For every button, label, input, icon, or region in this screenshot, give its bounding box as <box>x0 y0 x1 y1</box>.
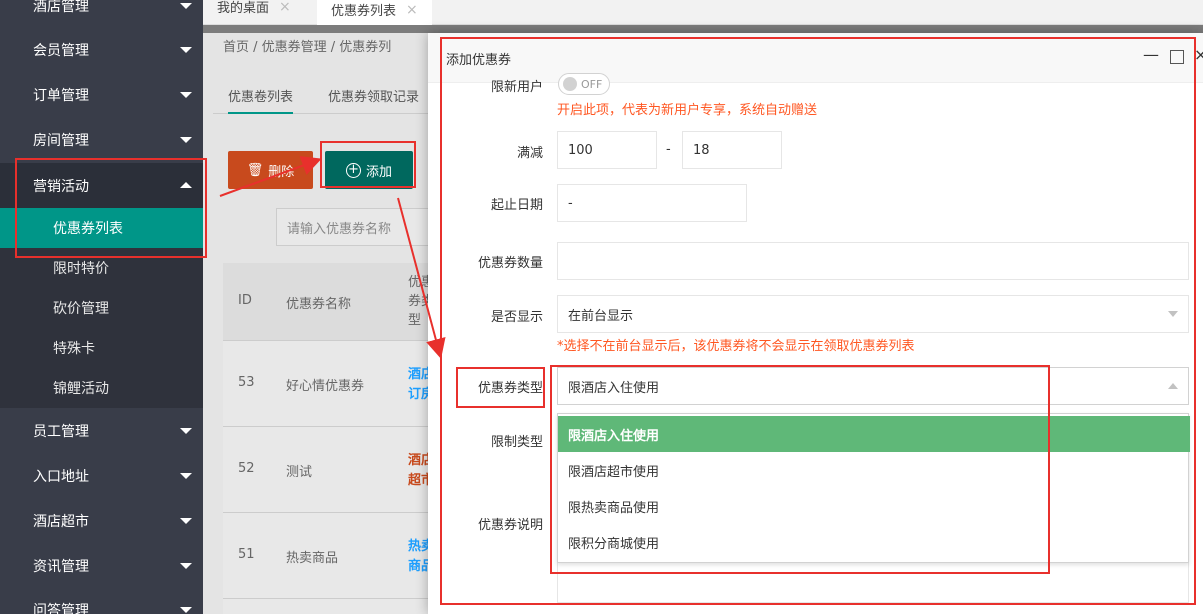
header-name: 优惠券名称 <box>286 297 352 312</box>
sidebar-item-orders[interactable]: 订单管理 <box>0 72 203 117</box>
tab-coupon-list[interactable]: 优惠券列表 × <box>317 0 432 25</box>
sidebar-item-hotel[interactable]: 酒店管理 <box>0 0 203 28</box>
sidebar-subitem-special-card[interactable]: 特殊卡 <box>0 328 203 368</box>
cell-id: 52 <box>238 461 255 476</box>
sidebar-subitem-bargain[interactable]: 砍价管理 <box>0 288 203 328</box>
sidebar-item-market[interactable]: 酒店超市 <box>0 498 203 543</box>
chevron-down-icon <box>180 91 192 98</box>
subtabs: 优惠卷列表 优惠券领取记录 <box>213 78 433 114</box>
sidebar-item-label: 问答管理 <box>33 602 89 614</box>
sidebar-item-label: 入口地址 <box>33 468 89 485</box>
sidebar-item-label: 订单管理 <box>33 87 89 104</box>
table-header: ID 优惠券名称 优惠 券类型 <box>223 263 443 341</box>
subtab-coupon-list[interactable]: 优惠卷列表 <box>228 86 294 114</box>
sidebar-subitem-label: 砍价管理 <box>53 301 109 317</box>
sidebar-subitem-label: 特殊卡 <box>53 341 95 357</box>
close-icon[interactable]: × <box>279 0 291 15</box>
search-input[interactable]: 请输入优惠券名称 <box>276 208 436 246</box>
sidebar-item-label: 资讯管理 <box>33 558 89 575</box>
sidebar-item-news[interactable]: 资讯管理 <box>0 543 203 588</box>
chevron-down-icon <box>180 606 192 613</box>
annotation-box-add <box>320 141 416 188</box>
coupon-table: ID 优惠券名称 优惠 券类型 53 好心情优惠券 酒店 订房 52 测试 酒店 超市… <box>223 263 443 614</box>
sidebar-subitem-koi[interactable]: 锦鲤活动 <box>0 368 203 408</box>
tab-label: 优惠券列表 <box>331 4 397 19</box>
search-placeholder: 请输入优惠券名称 <box>287 221 392 237</box>
chevron-down-icon <box>180 562 192 569</box>
cell-name: 测试 <box>286 465 313 480</box>
annotation-box-marketing <box>15 158 207 258</box>
chevron-down-icon <box>180 427 192 434</box>
header-id: ID <box>238 293 252 308</box>
tab-bar: 我的桌面 × 优惠券列表 × <box>203 0 1203 25</box>
chevron-down-icon <box>180 136 192 143</box>
sidebar-item-qa[interactable]: 问答管理 <box>0 587 203 614</box>
table-row[interactable]: 52 测试 酒店 超市 <box>223 427 443 513</box>
sidebar-subitem-label: 限时特价 <box>53 261 109 277</box>
tab-desktop[interactable]: 我的桌面 × <box>203 0 305 19</box>
delete-label: 删除 <box>268 164 295 180</box>
sidebar-item-label: 酒店管理 <box>33 0 89 15</box>
sidebar-item-members[interactable]: 会员管理 <box>0 27 203 72</box>
sidebar-subitem-label: 锦鲤活动 <box>53 381 109 397</box>
cell-id: 53 <box>238 375 255 390</box>
sidebar-item-label: 房间管理 <box>33 132 89 149</box>
chevron-down-icon <box>180 472 192 479</box>
sidebar: 酒店管理 会员管理 订单管理 房间管理 营销活动 优惠券列表 限时特价 砍价管理… <box>0 0 203 614</box>
tab-label: 我的桌面 <box>217 1 270 16</box>
close-icon[interactable]: × <box>406 2 418 18</box>
chevron-down-icon <box>180 46 192 53</box>
chevron-down-icon <box>180 2 192 9</box>
sidebar-item-staff[interactable]: 员工管理 <box>0 408 203 453</box>
trash-icon: 🗑 <box>246 162 264 178</box>
sidebar-item-label: 酒店超市 <box>33 513 89 530</box>
sidebar-item-rooms[interactable]: 房间管理 <box>0 117 203 162</box>
cell-name: 好心情优惠券 <box>286 379 365 394</box>
sidebar-item-entry[interactable]: 入口地址 <box>0 453 203 498</box>
header-type-line: 型 <box>408 313 422 328</box>
cell-name: 热卖商品 <box>286 551 339 566</box>
table-row[interactable]: 51 热卖商品 热卖 商品 <box>223 513 443 599</box>
sidebar-item-label: 会员管理 <box>33 42 89 59</box>
divider <box>203 25 1203 33</box>
chevron-down-icon <box>180 517 192 524</box>
cell-id: 51 <box>238 547 255 562</box>
annotation-box-dropdown <box>550 365 1050 574</box>
table-row[interactable]: 53 好心情优惠券 酒店 订房 <box>223 341 443 427</box>
sidebar-item-label: 员工管理 <box>33 423 89 440</box>
delete-button[interactable]: 🗑 删除 <box>228 151 313 189</box>
annotation-box-type-label <box>456 367 545 408</box>
subtab-claim-records[interactable]: 优惠券领取记录 <box>328 86 419 105</box>
breadcrumb: 首页 / 优惠券管理 / 优惠券列 <box>223 40 392 55</box>
